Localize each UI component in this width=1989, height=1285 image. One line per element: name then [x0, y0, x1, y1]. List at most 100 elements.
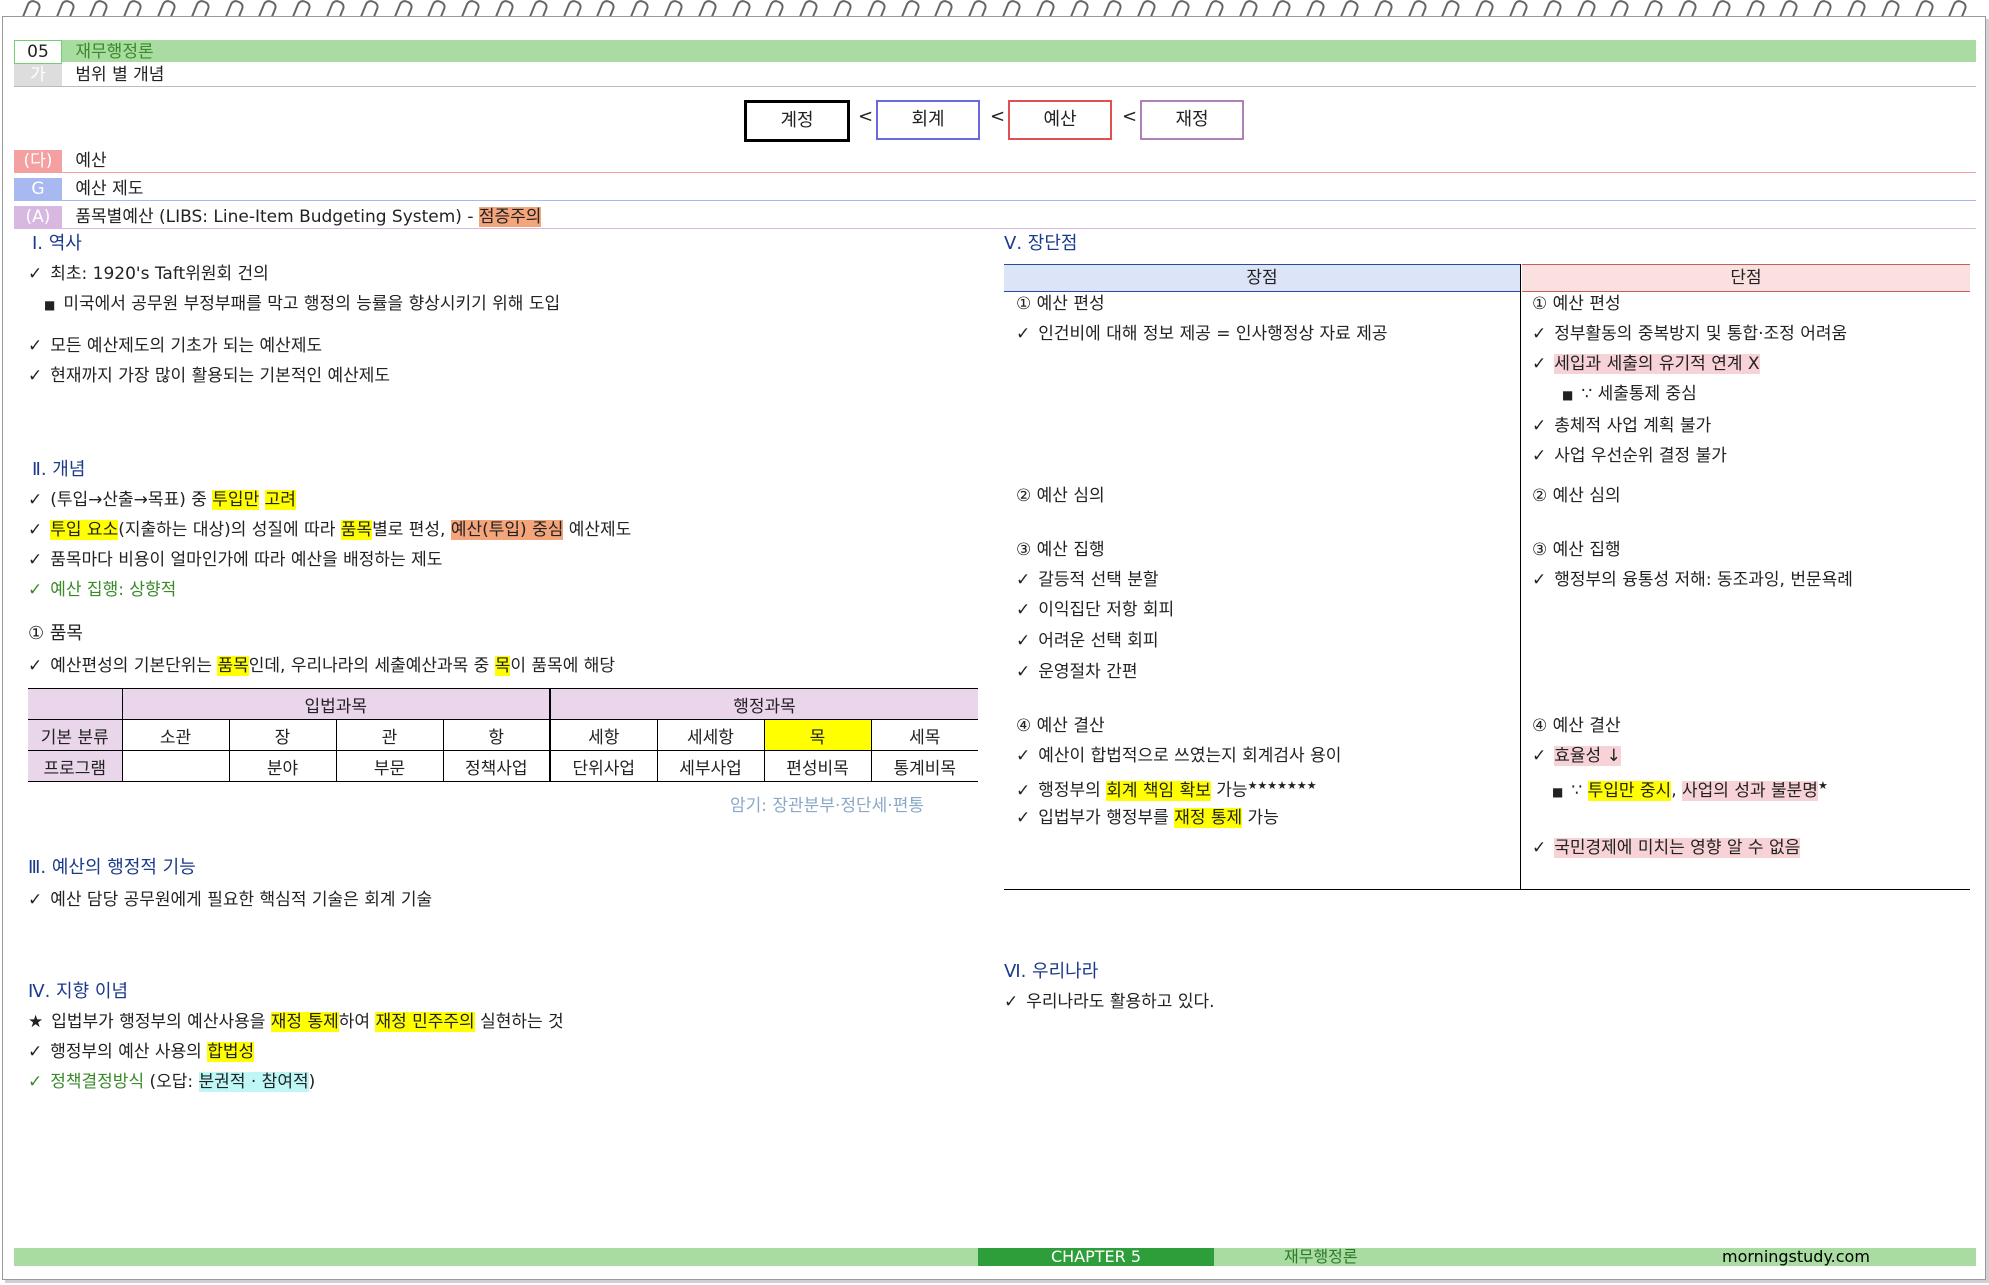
bullet-icon: ■: [44, 298, 56, 312]
con-settle-line-2: ■ ∵ 투입만 중시, 사업의 성과 불분명★: [1552, 779, 1828, 801]
section-g-title: 예산 제도: [75, 179, 144, 199]
check-icon: ✓: [28, 490, 43, 510]
pro-settle-line-3: ✓ 입법부가 행정부를 재정 통제 가능: [1016, 808, 1279, 828]
korea-line-1: ✓ 우리나라도 활용하고 있다.: [1004, 992, 1215, 1012]
check-icon: ✓: [1532, 838, 1547, 858]
pros-cons-heading: Ⅴ. 장단점: [1004, 233, 1078, 254]
table-cell: 편성비목: [763, 750, 872, 782]
con-budget-line-5: ✓ 사업 우선순위 결정 불가: [1532, 446, 1727, 466]
check-icon: ✓: [1016, 631, 1031, 651]
table-cell: 세목: [870, 719, 978, 751]
check-icon: ✓: [1532, 570, 1547, 590]
chapter-title: 재무행정론: [75, 42, 154, 62]
footer-bar: CHAPTER 5 재무행정론 morningstudy.com: [14, 1248, 1976, 1266]
section-da-tag: (다): [14, 150, 62, 172]
memo-text: 암기: 장관분부·정단세·편통: [730, 796, 924, 816]
less-than-3: <: [1122, 106, 1138, 127]
con-budget-heading: ① 예산 편성: [1532, 294, 1621, 314]
section-a-title: 품목별예산 (LIBS: Line-Item Budgeting System)…: [75, 207, 479, 227]
table-cell: [121, 750, 230, 782]
check-icon: ✓: [28, 520, 43, 540]
check-icon: ✓: [1532, 324, 1547, 344]
table-cell: 정책사업: [442, 750, 551, 782]
less-than-2: <: [990, 106, 1006, 127]
history-line-1: ✓ 최초: 1920's Taft위원회 건의: [28, 264, 269, 284]
subsection-tag: 가: [14, 64, 62, 86]
check-icon: ✓: [28, 1042, 43, 1062]
con-settle-line-3: ✓ 국민경제에 미치는 영향 알 수 없음: [1532, 838, 1801, 858]
history-heading: Ⅰ. 역사: [32, 233, 82, 254]
incrementalism-badge: 점증주의: [478, 207, 542, 227]
check-icon: ✓: [28, 580, 43, 600]
pro-exec-line-4: ✓ 운영절차 간편: [1016, 662, 1138, 682]
con-settle-heading: ④ 예산 결산: [1532, 716, 1621, 736]
con-exec-line-1: ✓ 행정부의 융통성 저해: 동조과잉, 번문욕례: [1532, 570, 1853, 590]
table-row: 프로그램 분야 부문 정책사업 단위사업 세부사업 편성비목 통계비목: [28, 750, 978, 782]
table-corner: [28, 688, 123, 720]
footer-site: morningstudy.com: [1722, 1247, 1870, 1266]
check-icon: ✓: [28, 366, 43, 386]
box-account: 계정: [744, 100, 850, 142]
footer-title: 재무행정론: [1284, 1247, 1358, 1266]
table-cell-highlighted: 목: [763, 719, 872, 751]
ideology-heading: Ⅳ. 지향 이념: [28, 981, 129, 1002]
check-icon: ✓: [1016, 600, 1031, 620]
check-icon: ✓: [1532, 354, 1547, 374]
row-head-basic: 기본 분류: [28, 719, 123, 751]
administrative-subjects-header: 행정과목: [549, 688, 978, 720]
con-review-heading: ② 예산 심의: [1532, 486, 1621, 506]
history-line-4: ✓ 현재까지 가장 많이 활용되는 기본적인 예산제도: [28, 366, 391, 386]
legislative-subjects-header: 입법과목: [121, 688, 551, 720]
check-icon: ✓: [1016, 780, 1031, 801]
check-icon: ✓: [28, 890, 43, 910]
table-cell: 세세항: [656, 719, 765, 751]
check-icon: ✓: [1016, 808, 1031, 828]
check-icon: ✓: [28, 656, 43, 676]
box-budget: 예산: [1008, 100, 1112, 140]
bullet-icon: ■: [1562, 388, 1574, 402]
table-cell: 부문: [335, 750, 444, 782]
table-cell: 소관: [121, 719, 230, 751]
subject-classification-table: 입법과목 행정과목 기본 분류 소관 장 관 항 세항 세세항 목 세목 프로그…: [28, 688, 978, 782]
check-icon: ✓: [1004, 992, 1019, 1012]
footer-chapter: CHAPTER 5: [978, 1248, 1214, 1266]
check-icon: ✓: [28, 1072, 43, 1092]
row-head-program: 프로그램: [28, 750, 123, 782]
con-budget-line-1: ✓ 정부활동의 중복방지 및 통합·조정 어려움: [1532, 324, 1848, 344]
con-budget-line-2: ✓ 세입과 세출의 유기적 연계 X: [1532, 354, 1760, 374]
history-line-2: ■ 미국에서 공무원 부정부패를 막고 행정의 능률을 향상시키기 위해 도입: [44, 294, 561, 314]
table-cell: 세부사업: [656, 750, 765, 782]
check-icon: ✓: [1532, 746, 1547, 766]
concept-line-3: ✓ 품목마다 비용이 얼마인가에 따라 예산을 배정하는 제도: [28, 550, 443, 570]
pro-exec-heading: ③ 예산 집행: [1016, 540, 1105, 560]
chapter-number: 05: [14, 40, 62, 64]
less-than-1: <: [858, 106, 874, 127]
table-header-row: 입법과목 행정과목: [28, 688, 978, 720]
chapter-bar: 05 재무행정론: [14, 40, 1976, 64]
section-a-bar: (A) 품목별예산 (LIBS: Line-Item Budgeting Sys…: [14, 206, 1976, 229]
table-cell: 장: [228, 719, 337, 751]
table-row: 기본 분류 소관 장 관 항 세항 세세항 목 세목: [28, 719, 978, 751]
section-da-title: 예산: [75, 151, 107, 171]
admin-function-heading: Ⅲ. 예산의 행정적 기능: [28, 857, 196, 878]
check-icon: ✓: [1016, 570, 1031, 590]
concept-line-1: ✓ (투입→산출→목표) 중 투입만 고려: [28, 490, 296, 510]
check-icon: ✓: [1016, 324, 1031, 344]
con-budget-line-3: ■ ∵ 세출통제 중심: [1562, 384, 1697, 404]
pro-review-heading: ② 예산 심의: [1016, 486, 1105, 506]
pro-exec-line-1: ✓ 갈등적 선택 분할: [1016, 570, 1159, 590]
table-cell: 관: [335, 719, 444, 751]
con-budget-line-4: ✓ 총체적 사업 계획 불가: [1532, 416, 1712, 436]
table-cell: 통계비목: [870, 750, 978, 782]
ideology-line-3: ✓ 정책결정방식 (오답: 분권적 · 참여적): [28, 1072, 316, 1092]
table-cell: 단위사업: [549, 750, 658, 782]
check-icon: ✓: [28, 264, 43, 284]
subsection-bar: 가 범위 별 개념: [14, 64, 1976, 87]
korea-heading: Ⅵ. 우리나라: [1004, 961, 1099, 982]
check-icon: ✓: [1532, 416, 1547, 436]
pro-budget-heading: ① 예산 편성: [1016, 294, 1105, 314]
page: 05 재무행정론 가 범위 별 개념 계정 < 회계 < 예산 < 재정 (다)…: [0, 0, 1989, 1285]
admin-function-line-1: ✓ 예산 담당 공무원에게 필요한 핵심적 기술은 회계 기술: [28, 890, 433, 910]
check-icon: ✓: [28, 550, 43, 570]
pro-exec-line-3: ✓ 어려운 선택 회피: [1016, 631, 1159, 651]
